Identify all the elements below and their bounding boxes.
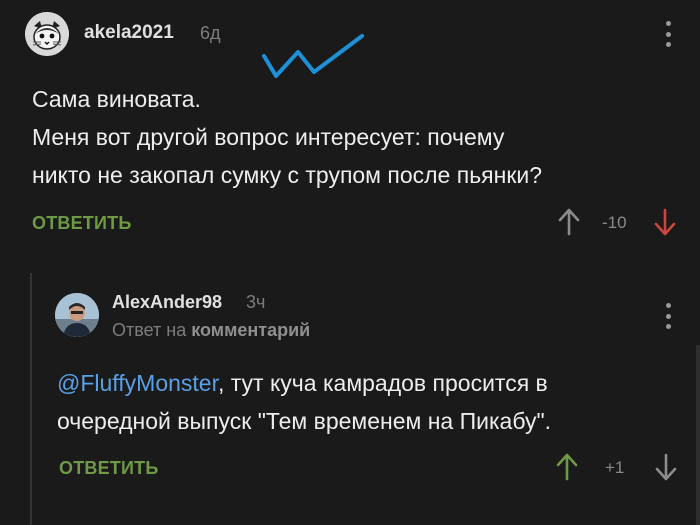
avatar[interactable]	[25, 12, 69, 56]
scrollbar[interactable]	[696, 345, 700, 525]
downvote-arrow-icon[interactable]	[653, 207, 677, 237]
comment-line: никто не закопал сумку с трупом после пь…	[32, 162, 543, 188]
thread-line	[30, 273, 32, 525]
reply-username[interactable]: AlexAnder98	[112, 292, 222, 313]
reply-to-prefix: Ответ на	[112, 320, 187, 340]
comment-text: Сама виновата. Меня вот другой вопрос ин…	[32, 80, 542, 194]
comment-time: 6д	[200, 23, 221, 43]
downvote-arrow-icon[interactable]	[654, 452, 678, 482]
reply-to-link[interactable]: комментарий	[191, 320, 310, 340]
reply-score: +1	[605, 458, 625, 477]
upvote-arrow-icon[interactable]	[557, 207, 581, 237]
comment-menu-icon[interactable]	[658, 21, 678, 47]
upvote-arrow-icon[interactable]	[555, 452, 579, 482]
cat-avatar-icon	[25, 12, 69, 56]
person-photo-icon	[55, 293, 99, 337]
comment-line: Меня вот другой вопрос интересует: почем…	[32, 124, 505, 150]
reply-button[interactable]: ОТВЕТИТЬ	[32, 213, 131, 234]
scribble-mark	[262, 34, 364, 78]
comment-username[interactable]: akela2021	[84, 22, 174, 44]
reply-to-info: Ответ на комментарий	[112, 320, 310, 341]
reply-menu-icon[interactable]	[658, 303, 678, 329]
reply-time: 3ч	[246, 292, 266, 312]
reply-avatar[interactable]	[55, 293, 99, 337]
reply-reply-button[interactable]: ОТВЕТИТЬ	[59, 458, 158, 479]
reply-text: @FluffyMonster, тут куча камрадов просит…	[57, 364, 551, 440]
comment-line: Сама виновата.	[32, 86, 201, 112]
comment-score: -10	[602, 213, 627, 232]
reply-line: очередной выпуск "Тем временем на Пикабу…	[57, 408, 552, 434]
reply-line: , тут куча камрадов просится в	[217, 370, 548, 396]
mention-link[interactable]: @FluffyMonster	[57, 370, 218, 396]
